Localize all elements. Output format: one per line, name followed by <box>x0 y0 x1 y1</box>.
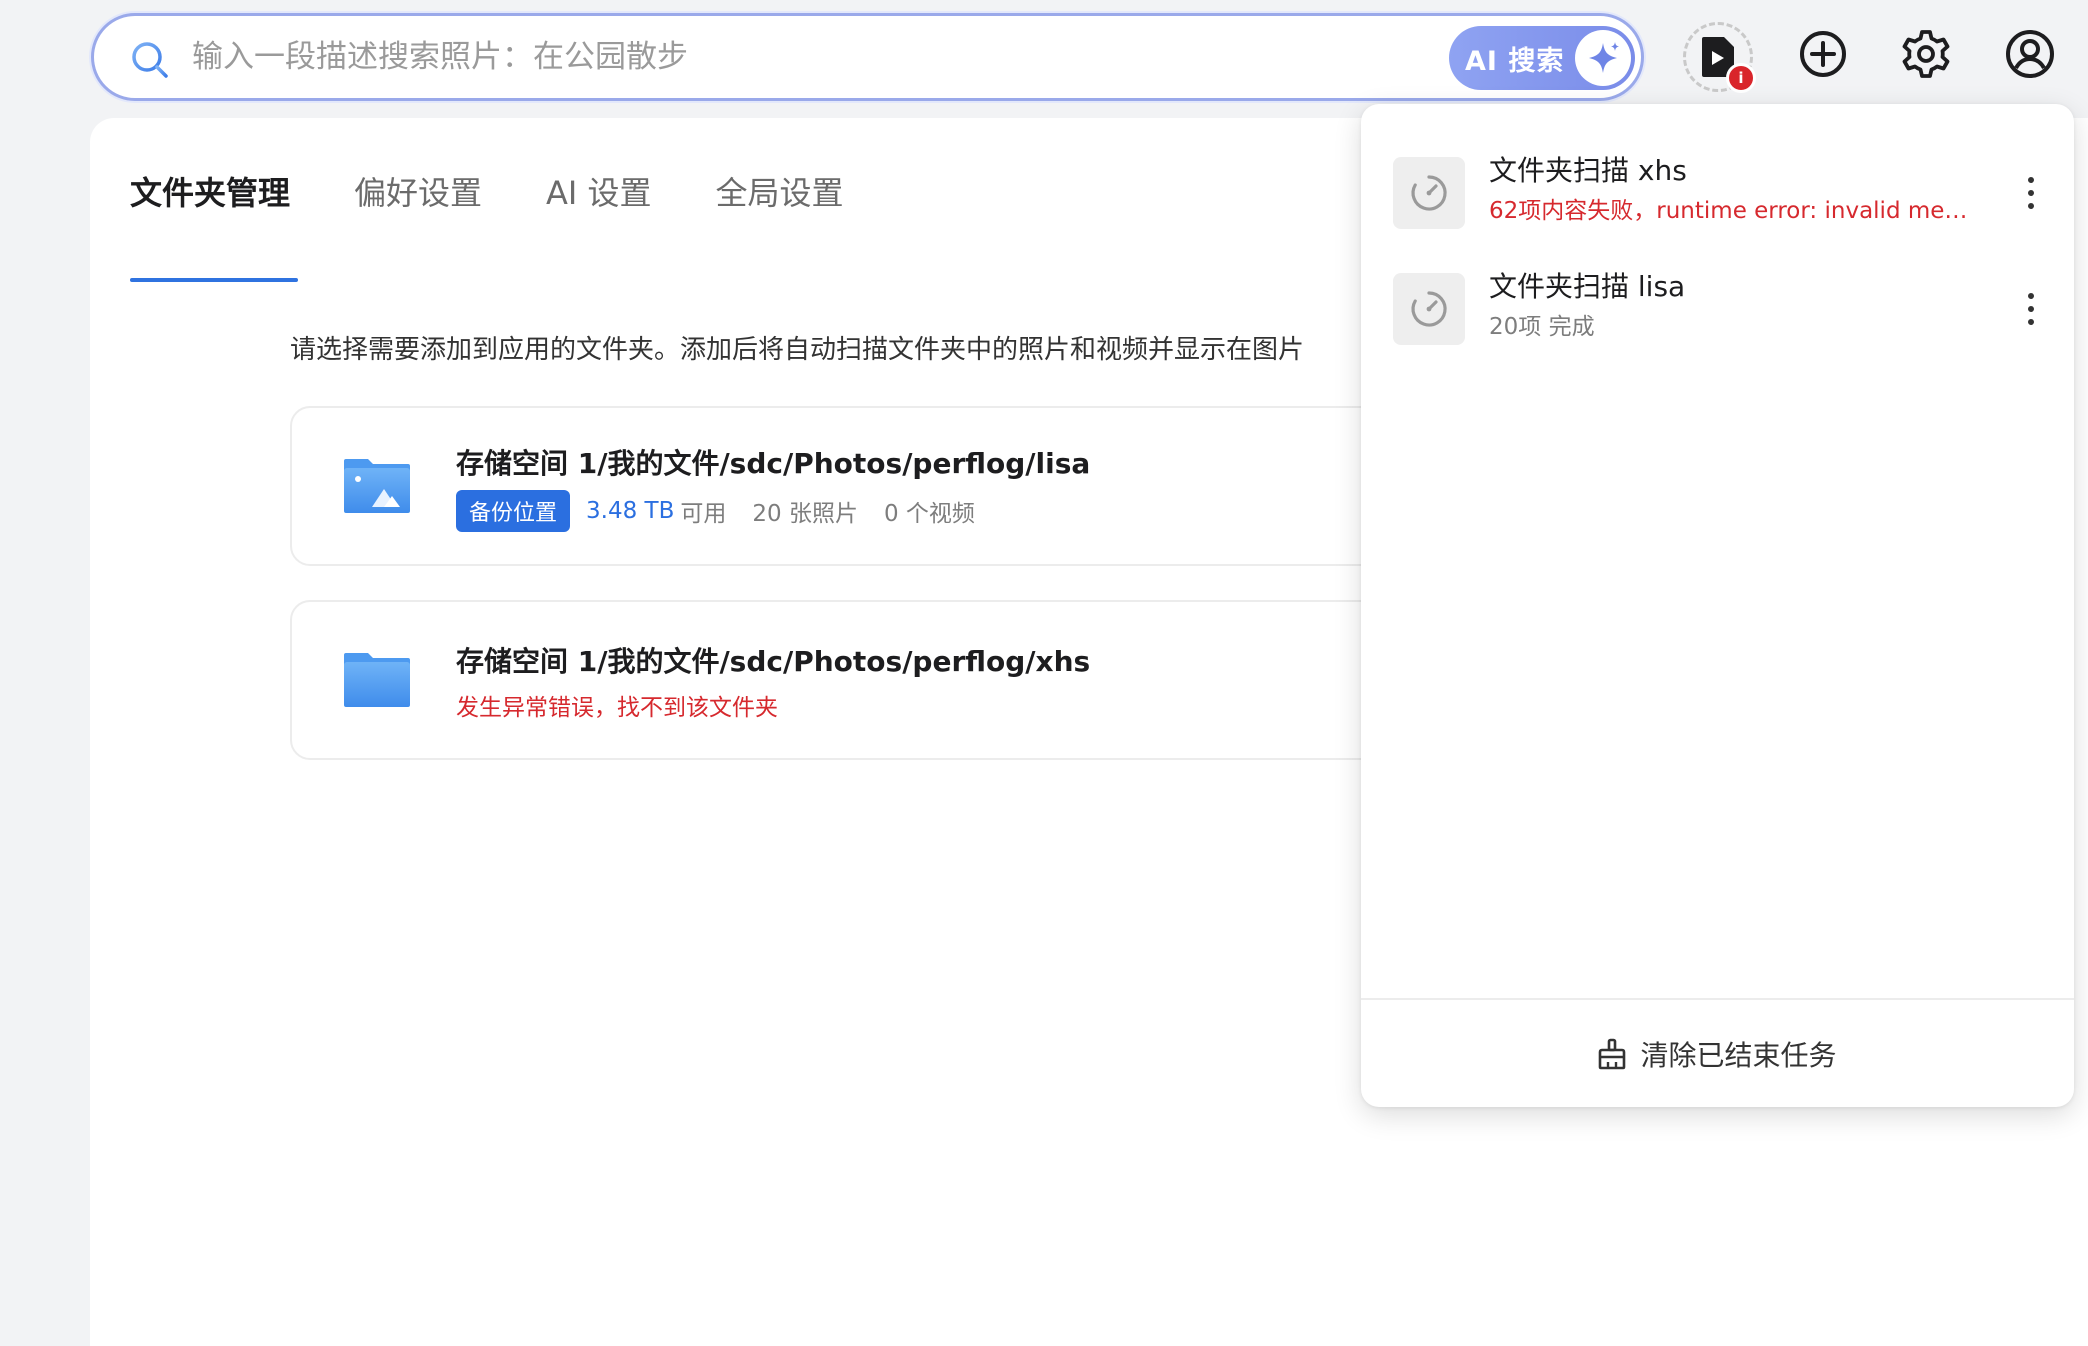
settings-tabs: 文件夹管理 偏好设置 AI 设置 全局设置 <box>130 162 908 282</box>
available-size: 3.48 TB <box>586 498 675 524</box>
task-title: 文件夹扫描 xhs <box>1489 154 1687 187</box>
scan-task-icon <box>1393 273 1465 345</box>
tab-global-settings[interactable]: 全局设置 <box>716 162 844 242</box>
clear-finished-tasks-button[interactable]: 清除已结束任务 <box>1361 1000 2074 1107</box>
folder-path: 存储空间 1/我的文件/sdc/Photos/perflog/lisa <box>456 447 1091 480</box>
search-input[interactable] <box>192 34 1442 80</box>
add-icon <box>1800 31 1846 77</box>
video-count: 0 个视频 <box>883 501 975 527</box>
task-more-button[interactable] <box>2019 173 2043 213</box>
photo-folder-icon <box>344 459 410 513</box>
ai-search-button[interactable]: AI 搜索 <box>1449 26 1635 90</box>
available-label: 可用 <box>680 501 727 527</box>
photo-count: 20 张照片 <box>752 501 858 527</box>
task-item: 文件夹扫描 lisa 20项 完成 <box>1393 265 2053 345</box>
tab-preferences[interactable]: 偏好设置 <box>354 162 482 242</box>
task-title: 文件夹扫描 lisa <box>1489 270 1686 303</box>
task-status: 62项内容失败，runtime error: invalid memory ad… <box>1489 198 1969 224</box>
broom-icon <box>1599 1038 1626 1069</box>
task-dropdown-panel: 文件夹扫描 xhs 62项内容失败，runtime error: invalid… <box>1361 104 2074 1107</box>
sparkle-icon <box>1575 30 1631 86</box>
task-status: 20项 完成 <box>1489 314 1595 340</box>
settings-icon <box>1902 30 1950 78</box>
folder-icon <box>344 653 410 707</box>
settings-button[interactable] <box>1896 24 1956 84</box>
folder-meta: 备份位置 3.48 TB 可用 20 张照片 0 个视频 <box>456 490 1001 532</box>
task-item: 文件夹扫描 xhs 62项内容失败，runtime error: invalid… <box>1393 149 2053 229</box>
clear-finished-tasks-label: 清除已结束任务 <box>1640 1038 1837 1072</box>
tab-ai-settings[interactable]: AI 设置 <box>546 162 652 242</box>
instruction-text: 请选择需要添加到应用的文件夹。添加后将自动扫描文件夹中的照片和视频并显示在图片 <box>290 335 1305 365</box>
search-icon <box>132 42 168 78</box>
folder-error-text: 发生异常错误，找不到该文件夹 <box>456 695 778 721</box>
task-status-button[interactable]: i <box>1683 22 1756 93</box>
user-icon <box>2006 30 2054 78</box>
folder-path: 存储空间 1/我的文件/sdc/Photos/perflog/xhs <box>456 645 1091 678</box>
task-more-button[interactable] <box>2019 289 2043 329</box>
alert-badge-icon: i <box>1726 63 1756 93</box>
user-button[interactable] <box>2000 24 2060 84</box>
ai-search-label: AI 搜索 <box>1465 45 1565 77</box>
tab-folder-management[interactable]: 文件夹管理 <box>130 162 299 282</box>
scan-task-icon <box>1393 157 1465 229</box>
add-button[interactable] <box>1793 24 1853 84</box>
search-bar: AI 搜索 <box>91 13 1644 101</box>
backup-location-badge: 备份位置 <box>456 490 571 532</box>
